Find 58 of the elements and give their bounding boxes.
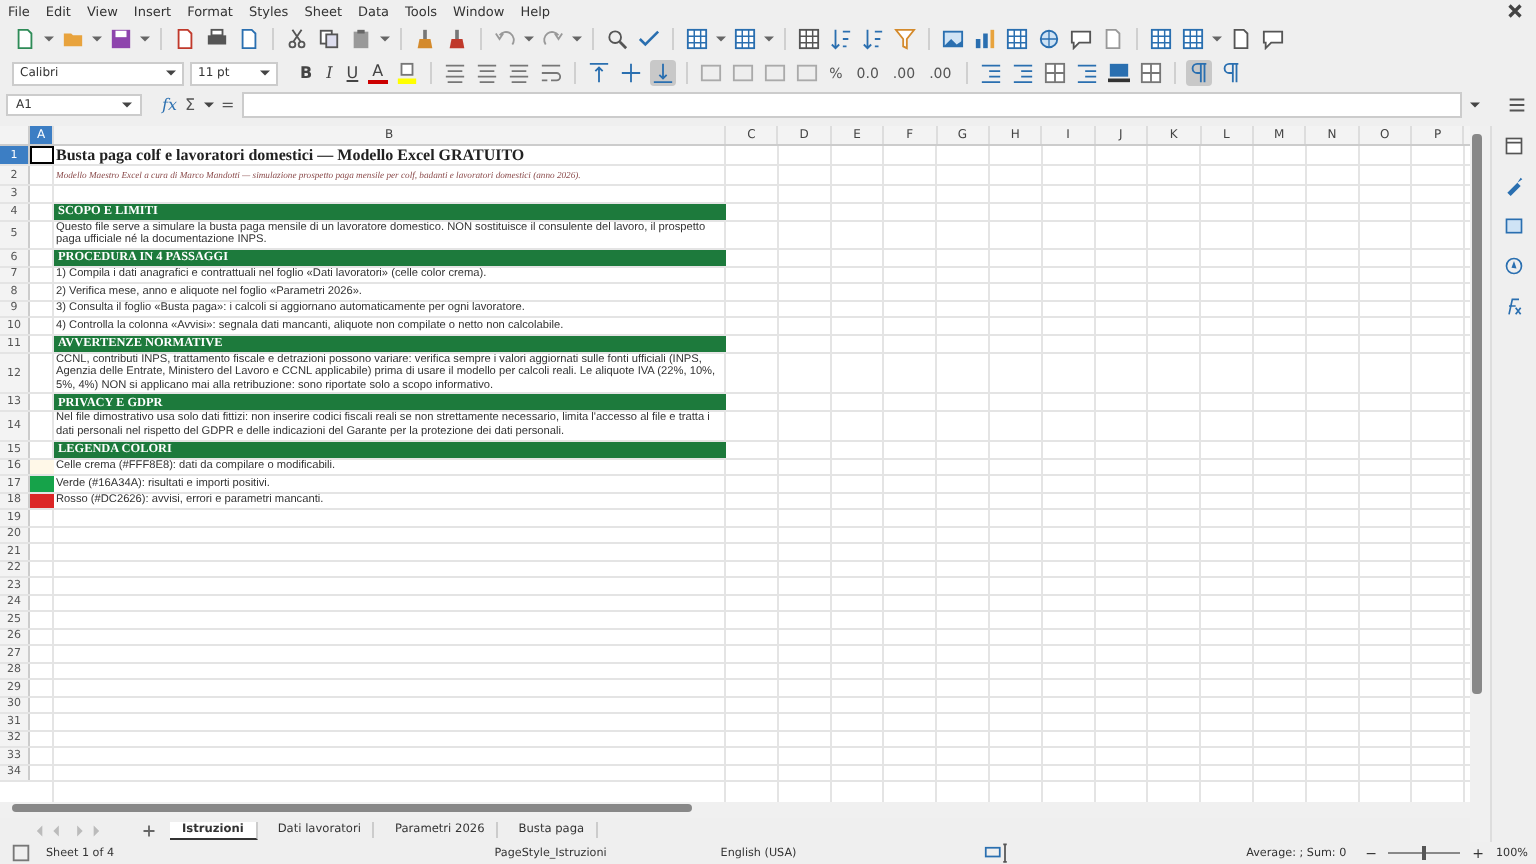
vertical-align-icon[interactable] xyxy=(617,60,644,86)
format-button[interactable]: I xyxy=(322,64,337,82)
align-center-icon[interactable] xyxy=(473,60,500,86)
caret-icon xyxy=(122,100,132,110)
align-left-icon[interactable] xyxy=(441,60,468,86)
sort-descending-icon[interactable] xyxy=(860,26,886,52)
paste-icon[interactable] xyxy=(348,26,374,52)
search-icon[interactable] xyxy=(604,26,630,52)
sort-ascending-icon[interactable] xyxy=(828,26,854,52)
functions-icon[interactable] xyxy=(1502,294,1526,318)
caret-icon[interactable] xyxy=(140,34,150,44)
border-style-icon[interactable] xyxy=(1073,60,1100,86)
filter-icon[interactable] xyxy=(892,26,918,52)
border-color-icon[interactable] xyxy=(1105,60,1132,86)
font-color-button[interactable]: A xyxy=(368,62,388,84)
text-direction-icon[interactable] xyxy=(1185,60,1212,86)
formula-input[interactable] xyxy=(242,92,1462,118)
align-right-icon[interactable] xyxy=(505,60,532,86)
table-icon[interactable] xyxy=(796,26,822,52)
caret-icon[interactable] xyxy=(764,34,774,44)
caret-icon[interactable] xyxy=(572,34,582,44)
format-button[interactable]: B xyxy=(296,64,317,82)
wrap-text-icon[interactable] xyxy=(537,60,564,86)
caret-icon[interactable] xyxy=(1470,100,1480,110)
caret-icon[interactable] xyxy=(203,100,214,110)
styles-icon[interactable] xyxy=(1502,174,1526,198)
scrollbar-thumb[interactable] xyxy=(1472,134,1482,694)
outdent-icon[interactable] xyxy=(1009,60,1036,86)
highlight-icon[interactable] xyxy=(393,60,420,86)
format-button[interactable]: U xyxy=(342,64,363,82)
comment-icon[interactable] xyxy=(1068,26,1094,52)
caret-icon xyxy=(166,68,176,78)
caret-icon[interactable] xyxy=(716,34,726,44)
caret-icon[interactable] xyxy=(92,34,102,44)
spelling-icon[interactable] xyxy=(636,26,662,52)
sum-button[interactable]: Σ xyxy=(184,96,196,114)
caret-icon[interactable] xyxy=(44,34,54,44)
save-icon[interactable] xyxy=(108,26,134,52)
vertical-align-icon[interactable] xyxy=(649,60,676,86)
vertical-align-icon[interactable] xyxy=(585,60,612,86)
image-icon[interactable] xyxy=(940,26,966,52)
scrollbar-thumb[interactable] xyxy=(12,804,692,812)
properties-icon[interactable] xyxy=(1502,134,1526,158)
caret-icon[interactable] xyxy=(524,34,534,44)
new-document-icon[interactable] xyxy=(12,26,38,52)
copy-icon[interactable] xyxy=(316,26,342,52)
cut-icon[interactable] xyxy=(284,26,310,52)
chart-icon[interactable] xyxy=(972,26,998,52)
caret-icon xyxy=(260,68,270,78)
sheet-title: Busta paga colf e lavoratori domestici — Modello Excel GRATUITO xyxy=(54,146,525,164)
formula-button[interactable]: = xyxy=(221,96,235,114)
caret-icon[interactable] xyxy=(380,34,390,44)
borders-icon[interactable] xyxy=(1041,60,1068,86)
cell-cursor xyxy=(30,146,54,164)
function-wizard-button[interactable]: fx xyxy=(162,96,177,114)
caret-icon[interactable] xyxy=(1212,34,1222,44)
indent-icon[interactable] xyxy=(977,60,1004,86)
brush-icon[interactable] xyxy=(412,26,438,52)
